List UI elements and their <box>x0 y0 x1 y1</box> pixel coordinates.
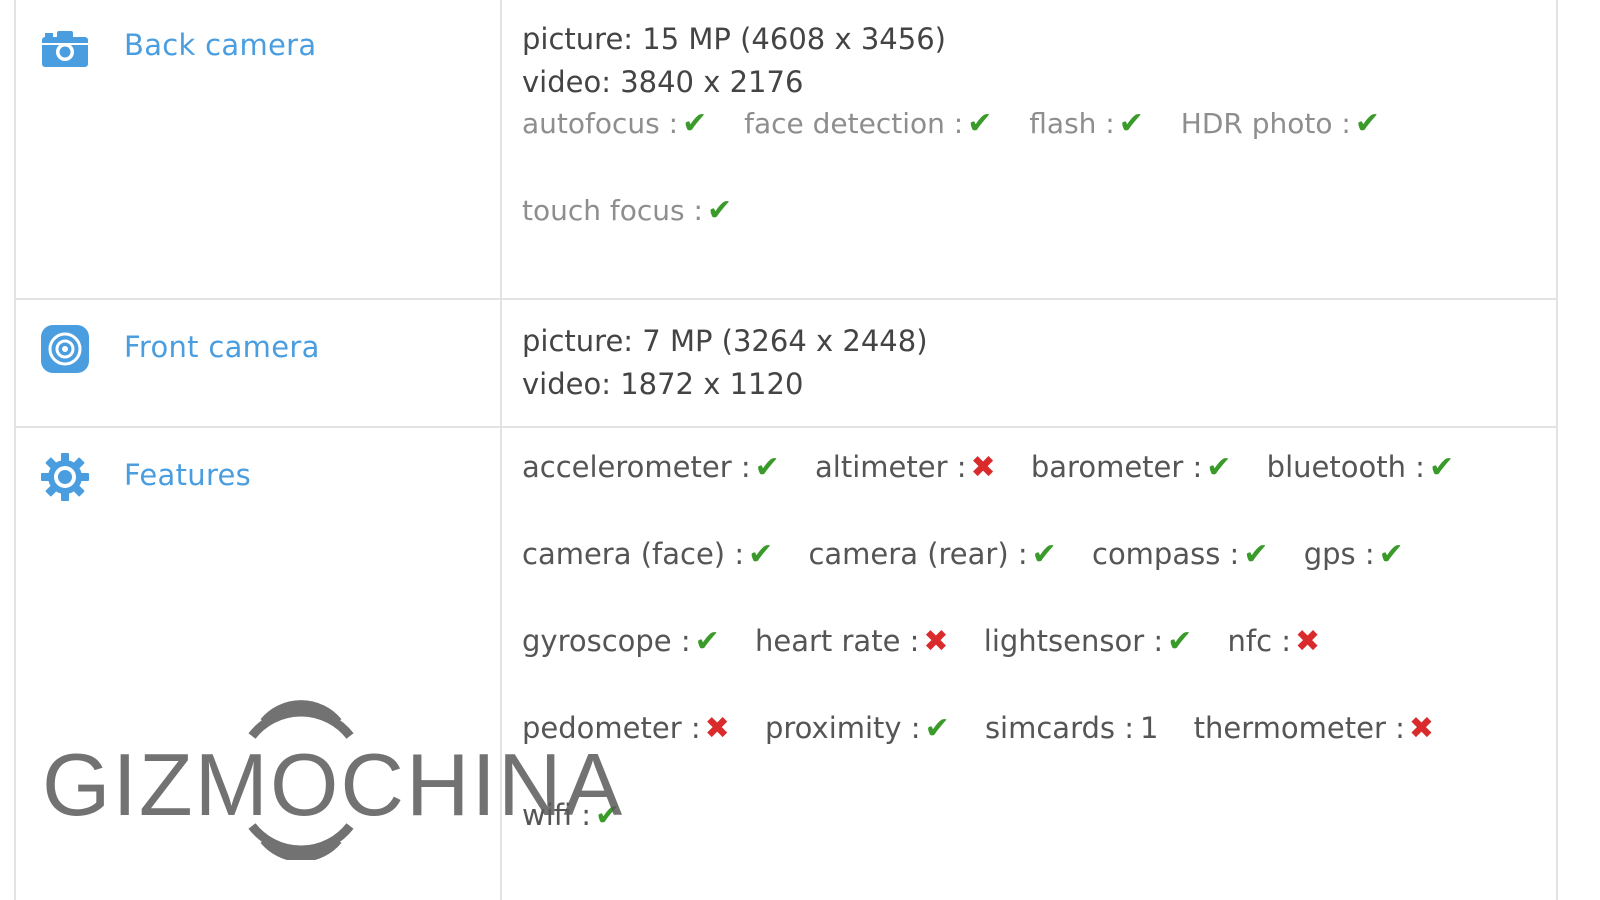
feature-heart-rate: heart rate : ✖ <box>755 624 949 659</box>
feature-name: gyroscope : <box>522 624 691 658</box>
flag-face-detection: face detection : ✔ <box>744 106 992 141</box>
back-camera-video: video: 3840 x 2176 <box>522 65 804 99</box>
feature-barometer: barometer : ✔ <box>1031 450 1232 485</box>
feature-bluetooth: bluetooth : ✔ <box>1267 450 1454 485</box>
check-icon: ✔ <box>924 711 950 746</box>
feature-name: lightsensor : <box>983 624 1164 658</box>
flag-name: face detection : <box>744 107 964 140</box>
feature-camera-rear: camera (rear) : ✔ <box>808 537 1056 572</box>
features-line-2: camera (face) : ✔ camera (rear) : ✔ compas… <box>522 537 1546 572</box>
feature-name: simcards : <box>984 711 1134 745</box>
check-icon: ✔ <box>706 193 733 228</box>
gear-icon <box>41 453 89 501</box>
check-icon: ✔ <box>1118 106 1144 141</box>
feature-accelerometer: accelerometer : ✔ <box>522 450 780 485</box>
check-icon: ✔ <box>1354 106 1381 141</box>
feature-name: compass : <box>1092 537 1240 571</box>
cross-icon: ✖ <box>704 711 730 746</box>
check-icon: ✔ <box>754 450 780 485</box>
simcards-count: 1 <box>1140 711 1159 745</box>
features-line-1: accelerometer : ✔ altimeter : ✖ barometer … <box>522 450 1546 485</box>
check-icon: ✔ <box>694 624 720 659</box>
cross-icon: ✖ <box>1295 624 1321 659</box>
check-icon: ✔ <box>748 537 774 572</box>
feature-name: accelerometer : <box>522 450 751 484</box>
feature-compass: compass : ✔ <box>1092 537 1268 572</box>
cross-icon: ✖ <box>1408 711 1435 746</box>
camera-icon <box>42 31 88 67</box>
front-camera-picture: picture: 7 MP (3264 x 2448) <box>522 324 928 358</box>
front-camera-values: picture: 7 MP (3264 x 2448) video: 1872 … <box>502 300 1556 426</box>
cross-icon: ✖ <box>970 450 996 485</box>
flag-hdr-photo: HDR photo : ✔ <box>1181 106 1380 141</box>
watermark-text: GIZMOCHINA <box>42 735 625 834</box>
feature-thermometer: thermometer : ✖ <box>1194 711 1434 746</box>
feature-name: altimeter : <box>815 450 967 484</box>
flag-name: flash : <box>1029 107 1115 140</box>
front-camera-video: video: 1872 x 1120 <box>522 367 804 401</box>
feature-name: proximity : <box>764 711 921 745</box>
front-camera-row: Front camera picture: 7 MP (3264 x 2448)… <box>16 300 1556 428</box>
feature-simcards: simcards :1 <box>985 711 1159 745</box>
feature-name: barometer : <box>1030 450 1203 484</box>
check-icon: ✔ <box>1206 450 1232 485</box>
features-values: accelerometer : ✔ altimeter : ✖ barometer … <box>502 428 1556 900</box>
flag-autofocus: autofocus : ✔ <box>522 106 707 141</box>
feature-name: camera (face) : <box>522 537 745 571</box>
front-camera-icon <box>41 325 89 373</box>
back-camera-flags-line-2: touch focus : ✔ <box>522 193 760 228</box>
feature-name: gps : <box>1303 537 1375 571</box>
check-icon: ✔ <box>1243 537 1269 572</box>
features-line-3: gyroscope : ✔ heart rate : ✖ lightsensor :… <box>522 624 1546 659</box>
feature-name: nfc : <box>1227 624 1292 658</box>
back-camera-row: Back camera picture: 15 MP (4608 x 3456)… <box>16 0 1556 300</box>
feature-name: heart rate : <box>755 624 920 658</box>
flag-flash: flash : ✔ <box>1029 106 1144 141</box>
feature-lightsensor: lightsensor : ✔ <box>984 624 1193 659</box>
flag-name: touch focus : <box>522 194 703 227</box>
gizmochina-watermark: GIZMOCHINA <box>42 700 632 860</box>
feature-proximity: proximity : ✔ <box>765 711 950 746</box>
feature-altimeter: altimeter : ✖ <box>815 450 996 485</box>
back-camera-values: picture: 15 MP (4608 x 3456) video: 3840… <box>502 0 1556 298</box>
front-camera-label-cell: Front camera <box>16 300 502 426</box>
check-icon: ✔ <box>682 106 708 141</box>
features-line-4: pedometer : ✖ proximity : ✔ simcards :1 th… <box>522 711 1546 746</box>
features-line-5: wifi : ✔ <box>522 798 1546 833</box>
front-camera-label: Front camera <box>124 330 320 364</box>
back-camera-label-cell: Back camera <box>16 0 502 298</box>
flag-touch-focus: touch focus : ✔ <box>522 193 732 228</box>
check-icon: ✔ <box>1031 537 1057 572</box>
cross-icon: ✖ <box>923 624 949 659</box>
check-icon: ✔ <box>967 106 993 141</box>
feature-nfc: nfc : ✖ <box>1228 624 1321 659</box>
feature-gps: gps : ✔ <box>1304 537 1404 572</box>
feature-gyroscope: gyroscope : ✔ <box>522 624 720 659</box>
check-icon: ✔ <box>1378 537 1404 572</box>
check-icon: ✔ <box>1428 450 1455 485</box>
feature-camera-face: camera (face) : ✔ <box>522 537 773 572</box>
back-camera-picture: picture: 15 MP (4608 x 3456) <box>522 22 946 56</box>
feature-name: bluetooth : <box>1266 450 1425 484</box>
back-camera-flags-line-1: autofocus : ✔ face detection : ✔ flash : ✔ … <box>522 106 1408 141</box>
flag-name: HDR photo : <box>1180 107 1351 140</box>
feature-name: camera (rear) : <box>808 537 1028 571</box>
flag-name: autofocus : <box>522 107 679 140</box>
feature-name: thermometer : <box>1193 711 1405 745</box>
check-icon: ✔ <box>1167 624 1193 659</box>
back-camera-label: Back camera <box>124 28 317 62</box>
features-label: Features <box>124 458 252 492</box>
